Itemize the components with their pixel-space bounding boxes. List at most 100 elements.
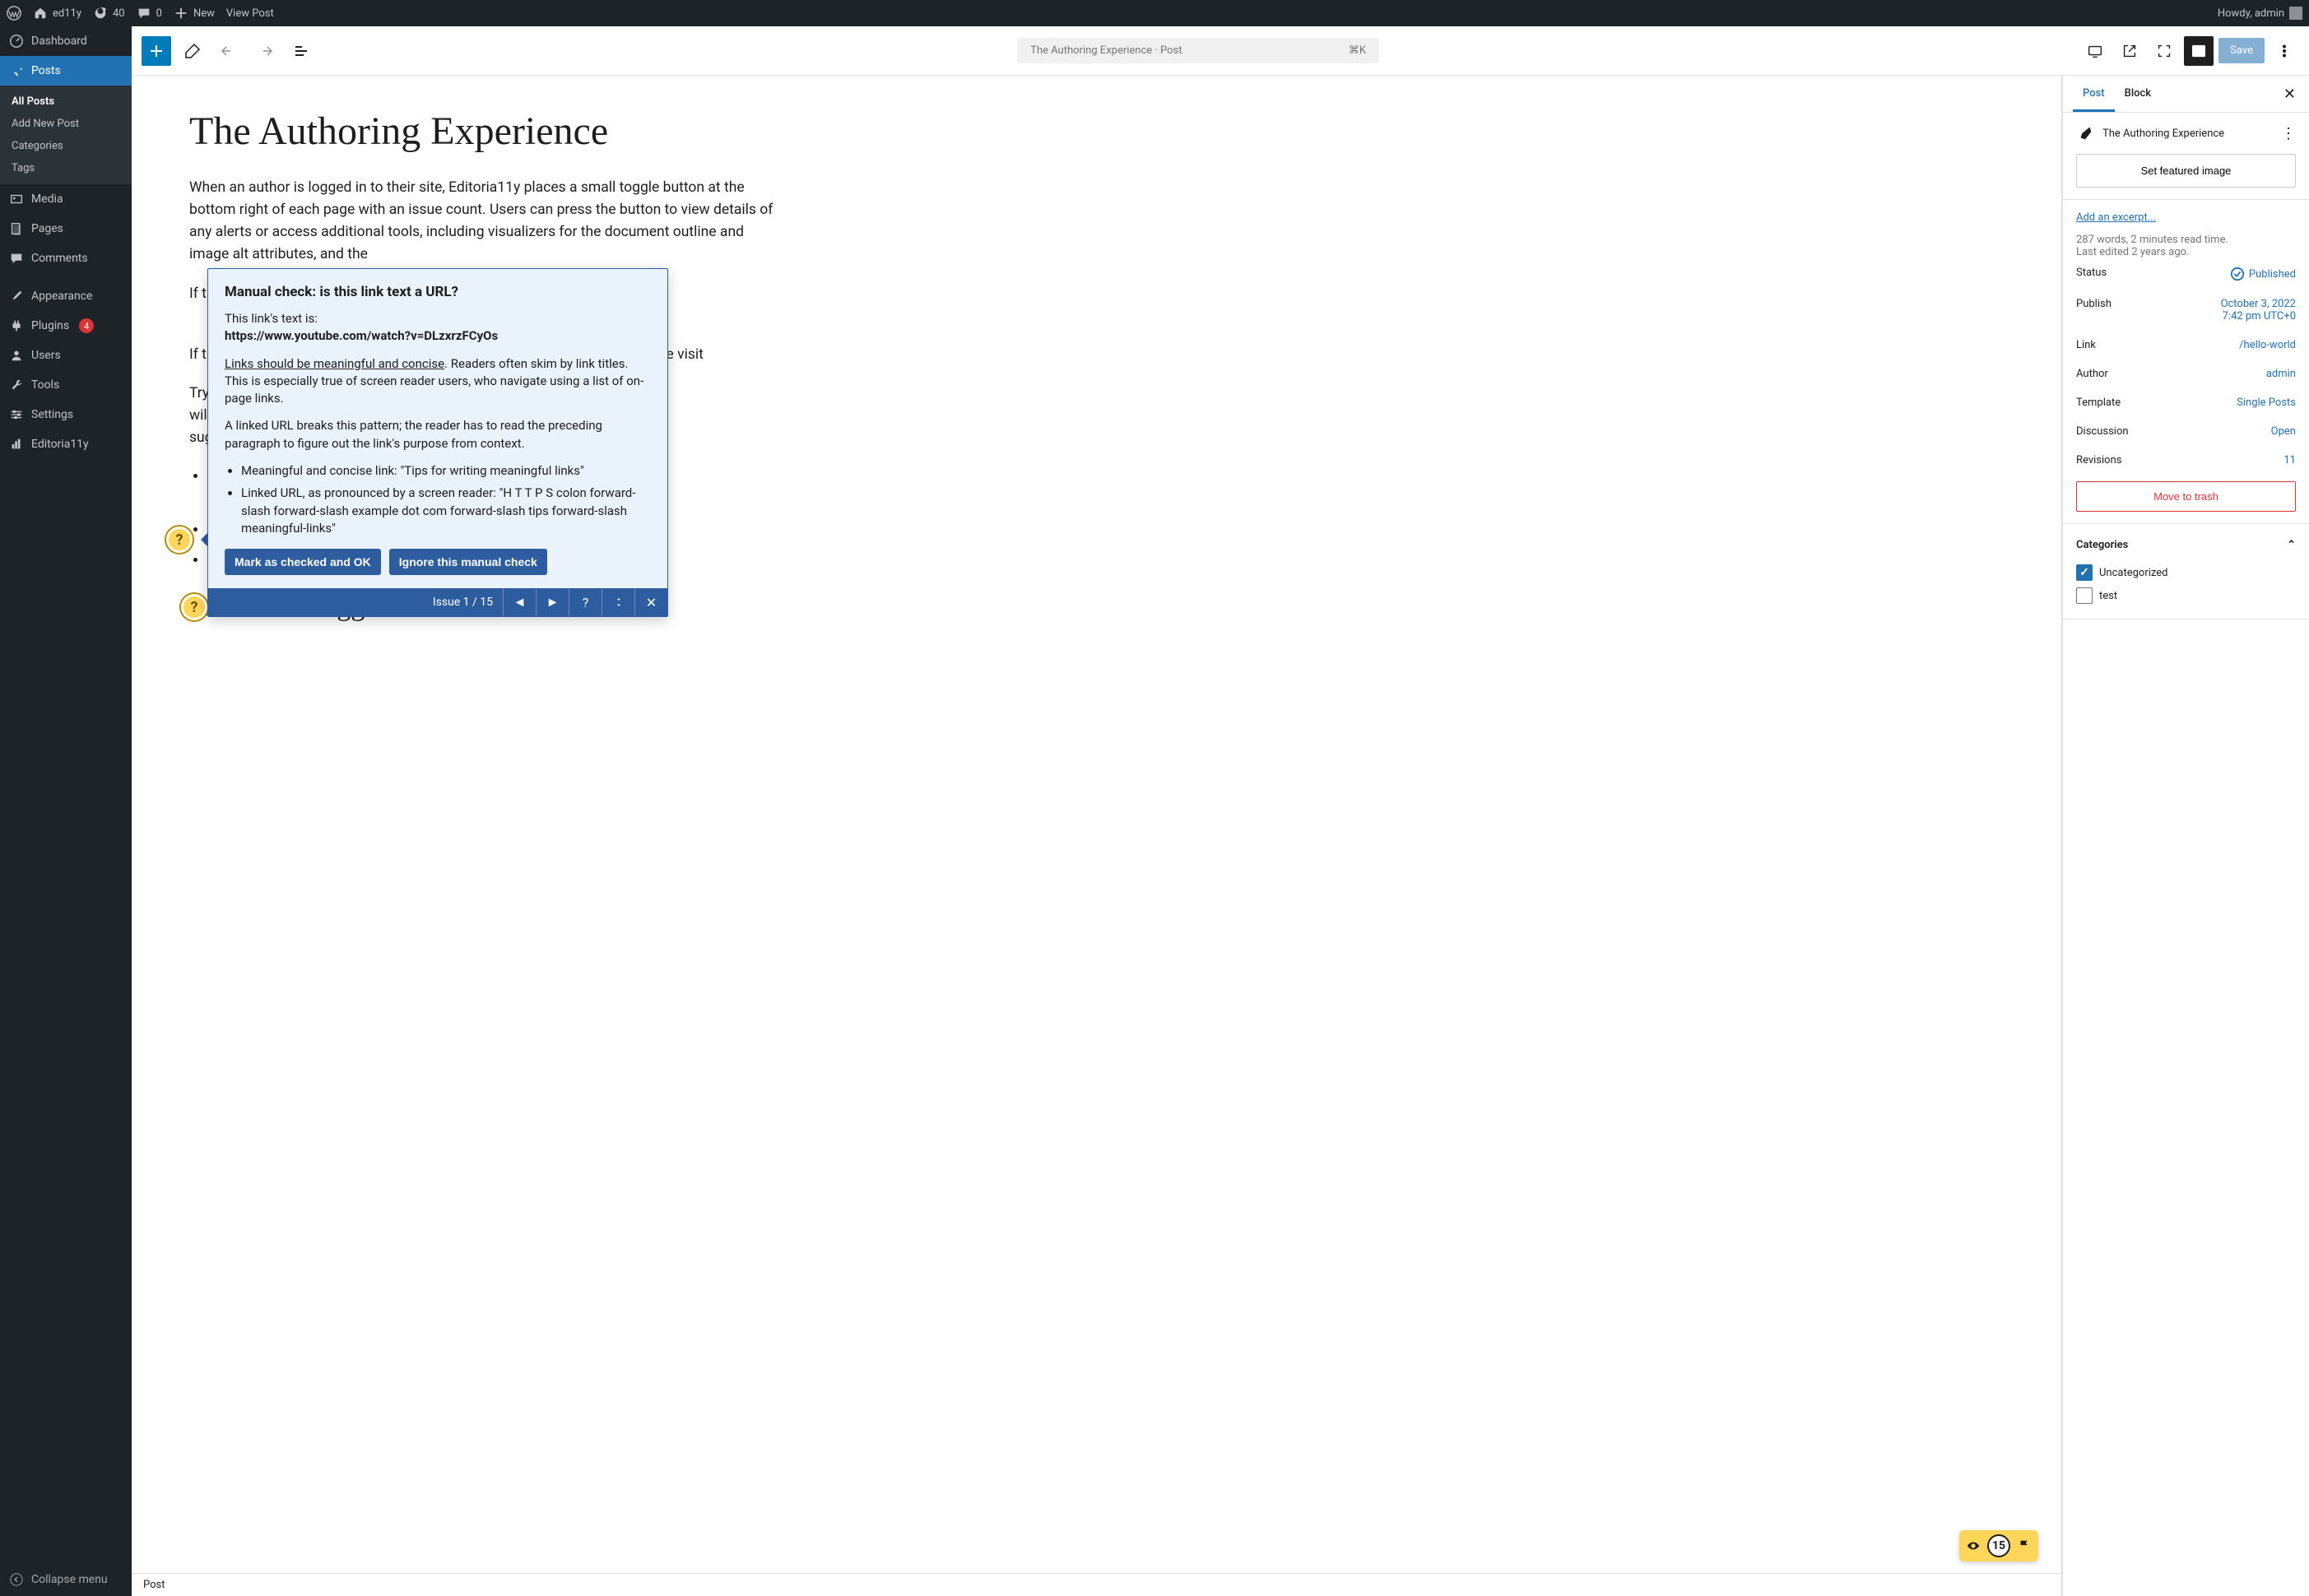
chart-icon — [8, 436, 25, 452]
permalink-button[interactable]: /hello-world — [2239, 339, 2296, 351]
categories-panel-toggle[interactable]: Categories ⌃ — [2076, 536, 2296, 561]
document-overview-button[interactable] — [286, 36, 316, 66]
sidebar-sub-add-new[interactable]: Add New Post — [0, 113, 132, 135]
dashboard-icon — [8, 33, 25, 49]
issue-count-badge: 15 — [1987, 1534, 2010, 1557]
howdy-link[interactable]: Howdy, admin — [2218, 7, 2302, 20]
ed11y-example: Meaningful and concise link: "Tips for w… — [241, 462, 651, 480]
document-search-button[interactable]: The Authoring Experience · Post ⌘K — [1017, 38, 1379, 63]
tab-post[interactable]: Post — [2073, 76, 2115, 112]
flag-icon — [2017, 1538, 2032, 1553]
user-icon — [8, 347, 25, 364]
admin-sidebar: Dashboard Posts All Posts Add New Post C… — [0, 26, 132, 1596]
add-block-button[interactable] — [142, 36, 171, 66]
status-button[interactable]: Published — [2230, 267, 2296, 281]
wp-logo-icon[interactable] — [7, 6, 21, 21]
view-link-button[interactable] — [2115, 36, 2144, 66]
last-edited: Last edited 2 years ago. — [2076, 246, 2296, 258]
ed11y-link-text: https://www.youtube.com/watch?v=DLzxrzFC… — [225, 328, 498, 343]
word-count: 287 words, 2 minutes read time. — [2076, 234, 2296, 246]
plugins-badge: 4 — [79, 318, 94, 333]
sidebar-item-users[interactable]: Users — [0, 341, 132, 370]
options-button[interactable] — [2270, 36, 2299, 66]
collapse-icon — [8, 1571, 25, 1588]
undo-button[interactable] — [214, 36, 244, 66]
mark-ok-button[interactable]: Mark as checked and OK — [225, 549, 381, 575]
ed11y-popup-heading: Manual check: is this link text a URL? — [225, 284, 651, 300]
sidebar-item-posts[interactable]: Posts — [0, 56, 132, 86]
admin-bar: ed11y 40 0 New View Post Howdy, admin — [0, 0, 2309, 26]
help-button[interactable]: ? — [569, 588, 602, 616]
editor-toolbar: The Authoring Experience · Post ⌘K Save — [132, 26, 2309, 76]
ed11y-explain: A linked URL breaks this pattern; the re… — [225, 417, 651, 452]
paragraph[interactable]: When an author is logged in to their sit… — [189, 177, 782, 267]
eye-icon — [1966, 1538, 1981, 1553]
publish-date-button[interactable]: October 3, 20227:42 pm UTC+0 — [2221, 298, 2296, 322]
new-link[interactable]: New — [174, 6, 215, 21]
updates-link[interactable]: 40 — [93, 6, 125, 21]
fullscreen-button[interactable] — [2149, 36, 2179, 66]
move-to-trash-button[interactable]: Move to trash — [2076, 481, 2296, 512]
discussion-button[interactable]: Open — [2271, 425, 2296, 438]
template-button[interactable]: Single Posts — [2237, 397, 2296, 409]
sidebar-item-dashboard[interactable]: Dashboard — [0, 26, 132, 56]
issue-counter: Issue 1 / 15 — [208, 588, 503, 616]
post-actions-button[interactable]: ⋮ — [2281, 125, 2296, 142]
sidebar-item-appearance[interactable]: Appearance — [0, 281, 132, 311]
tools-mode-button[interactable] — [178, 36, 207, 66]
site-home-link[interactable]: ed11y — [33, 6, 81, 21]
revisions-button[interactable]: 11 — [2283, 454, 2296, 466]
sidebar-sub-tags[interactable]: Tags — [0, 157, 132, 179]
ignore-button[interactable]: Ignore this manual check — [389, 549, 547, 575]
sidebar-item-plugins[interactable]: Plugins4 — [0, 311, 132, 341]
sidebar-item-comments[interactable]: Comments — [0, 244, 132, 273]
author-button[interactable]: admin — [2266, 368, 2296, 380]
redo-button[interactable] — [250, 36, 280, 66]
inspector-sidebar: Post Block ✕ The Authoring Experience ⋮ … — [2062, 76, 2309, 1596]
tab-block[interactable]: Block — [2115, 76, 2161, 112]
block-breadcrumb[interactable]: Post — [132, 1573, 2061, 1596]
search-kbd: ⌘K — [1349, 44, 1366, 57]
category-checkbox-test[interactable] — [2076, 587, 2093, 604]
view-post-link[interactable]: View Post — [226, 7, 274, 20]
plugin-icon — [8, 318, 25, 334]
sidebar-item-tools[interactable]: Tools — [0, 370, 132, 400]
sidebar-item-editoria11y[interactable]: Editoria11y — [0, 429, 132, 459]
close-inspector-button[interactable]: ✕ — [2280, 82, 2299, 106]
save-button[interactable]: Save — [2218, 38, 2265, 63]
close-popup-button[interactable]: ✕ — [634, 588, 667, 616]
prev-issue-button[interactable]: ◄ — [503, 588, 536, 616]
comments-link[interactable]: 0 — [137, 6, 162, 21]
comment-icon — [8, 250, 25, 267]
pin-icon — [8, 63, 25, 79]
sidebar-sub-all-posts[interactable]: All Posts — [0, 90, 132, 113]
ed11y-marker[interactable] — [166, 527, 193, 553]
ed11y-marker[interactable] — [181, 594, 207, 620]
next-issue-button[interactable]: ► — [536, 588, 569, 616]
add-excerpt-link[interactable]: Add an excerpt... — [2076, 211, 2156, 224]
sidebar-item-pages[interactable]: Pages — [0, 214, 132, 244]
sidebar-posts-submenu: All Posts Add New Post Categories Tags — [0, 86, 132, 184]
ed11y-example: Linked URL, as pronounced by a screen re… — [241, 485, 651, 537]
edit-button[interactable] — [602, 588, 634, 616]
media-icon — [8, 191, 25, 207]
editor-canvas[interactable]: The Authoring Experience When an author … — [132, 76, 2062, 1596]
collapse-menu-button[interactable]: Collapse menu — [0, 1563, 132, 1596]
category-checkbox-uncategorized[interactable] — [2076, 564, 2093, 581]
ed11y-rule-link[interactable]: Links should be meaningful and concise — [225, 356, 444, 371]
featured-image-button[interactable]: Set featured image — [2076, 154, 2296, 188]
pages-icon — [8, 220, 25, 237]
sidebar-sub-categories[interactable]: Categories — [0, 135, 132, 157]
brush-icon — [8, 288, 25, 304]
sidebar-item-settings[interactable]: Settings — [0, 400, 132, 429]
wrench-icon — [8, 377, 25, 393]
post-title[interactable]: The Authoring Experience — [189, 109, 782, 154]
ed11y-toggle[interactable]: 15 — [1959, 1530, 2038, 1561]
post-type-icon — [2076, 124, 2094, 142]
chevron-up-icon: ⌃ — [2287, 539, 2296, 551]
search-label: The Authoring Experience · Post — [1030, 44, 1182, 57]
preview-button[interactable] — [2080, 36, 2110, 66]
sidebar-item-media[interactable]: Media — [0, 184, 132, 214]
settings-sidebar-button[interactable] — [2184, 36, 2214, 66]
sliders-icon — [8, 406, 25, 423]
